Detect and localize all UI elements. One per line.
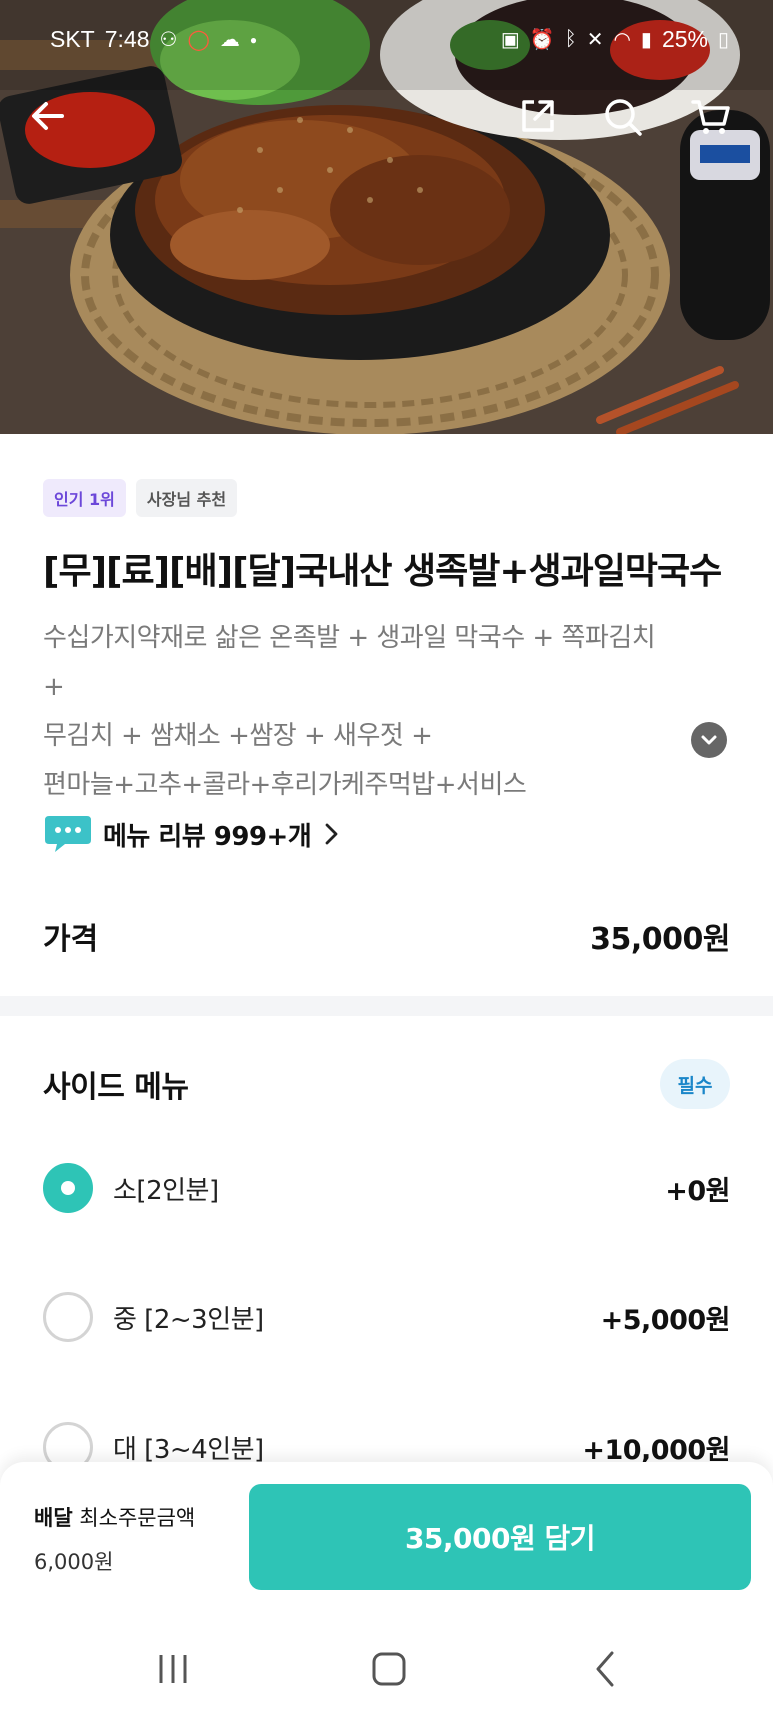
- home-button[interactable]: [359, 1644, 419, 1694]
- ring-app-icon: ◯: [187, 29, 210, 51]
- system-nav-bar: [0, 1620, 773, 1718]
- cart-button[interactable]: [690, 96, 746, 152]
- search-button[interactable]: [602, 96, 658, 152]
- price-label: 가격: [43, 922, 99, 957]
- menu-description: 수십가지약재로 삶은 온족발 + 생과일 막국수 + 쪽파김치 + 무김치 + …: [43, 614, 683, 810]
- section-divider: [0, 996, 773, 1016]
- description-line: 편마늘+고추+콜라+후리가케주먹밥+서비스: [43, 770, 527, 800]
- badge-group: 인기 1위 사장님 추천: [43, 479, 238, 517]
- cart-icon: [691, 100, 730, 134]
- battery-icon: ▯: [717, 29, 729, 51]
- radio-selected[interactable]: [43, 1163, 93, 1213]
- nfc-icon: ▣: [500, 29, 520, 51]
- option-price: +10,000원: [582, 1434, 730, 1466]
- popular-rank-badge: 인기 1위: [43, 479, 126, 517]
- chevron-down-icon: [701, 735, 717, 745]
- carrier-label: SKT: [50, 26, 95, 52]
- menu-title: [무][료][배][달]국내산 생족발+생과일막국수: [43, 551, 722, 592]
- price-row: 가격 35,000원: [43, 914, 730, 958]
- add-to-cart-button[interactable]: 35,000원 담기: [249, 1484, 751, 1590]
- option-price: +5,000원: [600, 1304, 731, 1336]
- back-arrow-icon: [32, 102, 64, 130]
- search-icon: [605, 99, 642, 136]
- app-notification-icon: ⚇: [159, 29, 178, 51]
- side-option-medium[interactable]: 중 [2~3인분] +5,000원: [43, 1287, 731, 1347]
- system-back-icon: [596, 1651, 614, 1687]
- bluetooth-icon: ᛒ: [564, 28, 577, 50]
- required-badge: 필수: [660, 1059, 730, 1109]
- min-order-info: 배달 최소주문금액 6,000원: [34, 1502, 195, 1576]
- share-button[interactable]: [518, 96, 574, 152]
- hero-food-image: SKT 7:48 ⚇ ◯ ☁ ● ▣ ⏰ ᛒ ✕ ◠ ▮ 25% ▯: [0, 0, 773, 434]
- alarm-icon: ⏰: [529, 29, 555, 51]
- system-back-button[interactable]: [576, 1644, 636, 1694]
- top-action-bar: [0, 96, 773, 156]
- status-bar: SKT 7:48 ⚇ ◯ ☁ ● ▣ ⏰ ᛒ ✕ ◠ ▮ 25% ▯: [0, 0, 773, 80]
- chevron-right-icon: [325, 823, 338, 845]
- description-line: 수십가지약재로 삶은 온족발 + 생과일 막국수 + 쪽파김치 +: [43, 623, 656, 702]
- option-label: 소[2인분]: [113, 1175, 219, 1206]
- radio-unselected[interactable]: [43, 1292, 93, 1342]
- back-button[interactable]: [28, 96, 84, 152]
- owner-pick-badge: 사장님 추천: [135, 479, 238, 517]
- description-line: 무김치 + 쌈채소 +쌈장 + 새우젓 +: [43, 721, 433, 751]
- side-menu-title: 사이드 메뉴: [43, 1070, 189, 1105]
- option-label: 중 [2~3인분]: [113, 1304, 264, 1335]
- mute-icon: ✕: [586, 29, 604, 51]
- option-price: +0원: [665, 1175, 730, 1207]
- wifi-icon: ◠: [613, 29, 631, 51]
- expand-description-button[interactable]: [691, 722, 727, 758]
- price-value: 35,000원: [590, 922, 730, 957]
- cloud-chat-icon: ☁: [219, 29, 240, 51]
- order-bottom-bar: 배달 최소주문금액 6,000원 35,000원 담기: [0, 1462, 773, 1620]
- more-notifications-dot-icon: ●: [249, 32, 258, 47]
- signal-icon: ▮: [640, 29, 652, 51]
- min-order-label: 배달 최소주문금액: [34, 1502, 195, 1532]
- review-count-label: 메뉴 리뷰 999+개: [103, 821, 312, 852]
- menu-review-link[interactable]: 메뉴 리뷰 999+개: [43, 812, 341, 856]
- home-icon: [372, 1652, 406, 1686]
- recent-apps-icon: [159, 1655, 187, 1683]
- option-label: 대 [3~4인분]: [113, 1434, 264, 1465]
- side-menu-header: 사이드 메뉴 필수: [43, 1059, 730, 1109]
- min-order-text: 최소주문금액: [79, 1506, 196, 1530]
- share-icon: [522, 100, 554, 132]
- delivery-label: 배달: [34, 1506, 73, 1530]
- clock-time: 7:48: [104, 26, 150, 52]
- recent-apps-button[interactable]: [143, 1644, 203, 1694]
- battery-level: 25%: [661, 26, 708, 52]
- status-left: SKT 7:48 ⚇ ◯ ☁ ●: [50, 26, 257, 53]
- min-order-amount: 6,000원: [34, 1550, 114, 1574]
- speech-bubble-icon: [45, 816, 91, 852]
- status-right: ▣ ⏰ ᛒ ✕ ◠ ▮ 25% ▯: [501, 26, 729, 53]
- side-option-small[interactable]: 소[2인분] +0원: [43, 1158, 730, 1218]
